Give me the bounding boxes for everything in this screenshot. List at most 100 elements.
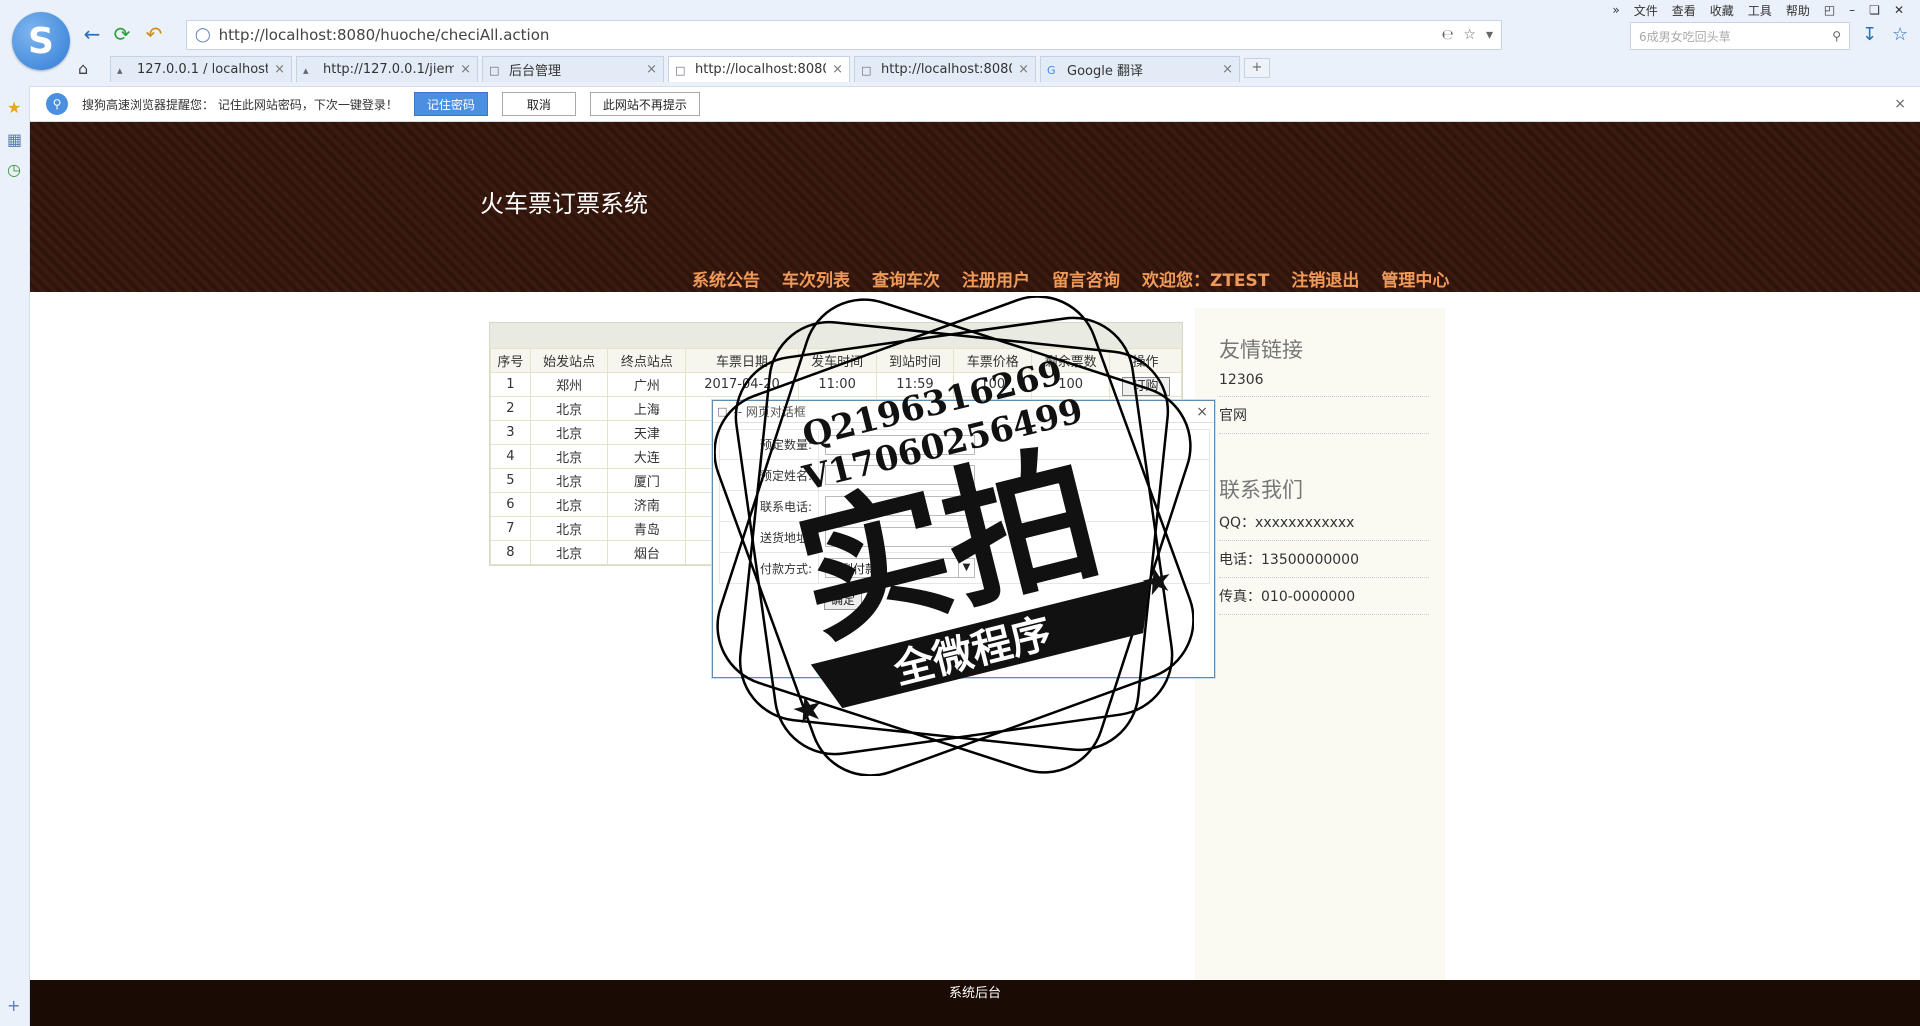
table-cell: 8 [490,540,531,565]
table-cell: 北京 [529,396,609,421]
tab-1[interactable]: ▴ 127.0.0.1 / localhost / × [110,56,292,82]
nav-welcome-user[interactable]: 欢迎您：ZTEST [1142,266,1269,291]
table-cell: 广州 [607,372,687,397]
name-label: 预定姓名: [720,460,819,490]
menu-help[interactable]: 帮助 [1786,2,1810,19]
action-cell: 订购 [1109,372,1182,397]
close-icon[interactable]: × [1894,96,1906,112]
address-label: 送货地址: [720,522,819,552]
history-icon[interactable]: ◷ [7,160,21,179]
skin-icon[interactable]: ◰ [1824,3,1835,17]
link-item[interactable]: 12306 [1219,364,1429,397]
menu-view[interactable]: 查看 [1672,2,1696,19]
new-tab-button[interactable]: + [1244,58,1270,78]
quantity-input[interactable] [825,434,975,455]
th-arrive: 到站时间 [875,348,955,373]
table-header-row: 序号 始发站点 终点站点 车票日期 发车时间 到站时间 车票价格 剩余票数 操作 [490,348,1182,373]
nav-train-list[interactable]: 车次列表 [782,266,850,291]
tab-5[interactable]: □ http://localhost:8080/h × [854,56,1036,82]
form-row: 确定 [719,584,1210,615]
site-footer: 系统后台 [30,980,1920,1026]
download-icon[interactable]: ↧ [1862,24,1877,45]
more-icon[interactable]: » [1612,3,1619,17]
tab-6[interactable]: G Google 翻译 × [1040,56,1240,82]
table-cell: 3 [490,420,531,445]
favorites-icon[interactable]: ★ [7,98,21,117]
close-icon[interactable]: × [1018,62,1029,77]
table-cell: 烟台 [607,540,687,565]
star-icon[interactable]: ☆ [1463,27,1476,43]
dialog-titlebar: □ -- 网页对话框 × [713,401,1214,423]
th-price: 车票价格 [953,348,1033,373]
address-tools: ℮ ☆ ▾ [1441,27,1501,43]
menu-file[interactable]: 文件 [1634,2,1658,19]
footer-admin-link[interactable]: 系统后台 [949,986,1001,1001]
nav-announcements[interactable]: 系统公告 [692,266,760,291]
close-icon[interactable]: × [274,62,285,77]
table-cell: 1 [490,372,531,397]
home-icon[interactable]: ⌂ [78,59,88,78]
th-date: 车票日期 [685,348,799,373]
table-cell: 4 [490,444,531,469]
main-nav: 系统公告 车次列表 查询车次 注册用户 留言咨询 欢迎您：ZTEST 注销退出 … [692,266,1449,291]
nav-messages[interactable]: 留言咨询 [1052,266,1120,291]
tab-2[interactable]: ▴ http://127.0.0.1/jiemian × [296,56,478,82]
reader-icon[interactable]: ▦ [7,130,22,149]
close-icon[interactable]: × [832,62,843,77]
payment-label: 付款方式: [720,553,819,583]
close-icon[interactable]: × [460,62,471,77]
minimize-icon[interactable]: – [1849,3,1855,17]
menu-tools[interactable]: 工具 [1748,2,1772,19]
search-icon[interactable]: ⚲ [1832,29,1841,43]
table-cell: 11:59 [875,372,955,397]
search-placeholder: 6成男女吃回头草 [1639,29,1731,44]
tab-4-active[interactable]: □ http://localhost:8080/h × [668,56,850,82]
submit-button[interactable]: 确定 [824,589,863,610]
booking-dialog: □ -- 网页对话框 × 预定数量: 预定姓名: 联系电话: 送货地址: 付款方… [712,400,1215,678]
notification-text: 搜狗高速浏览器提醒您： 记住此网站密码，下次一键登录！ [82,97,398,112]
address-bar[interactable]: ◯ http://localhost:8080/huoche/checiAll.… [186,20,1502,50]
th-remaining: 剩余票数 [1031,348,1111,373]
table-cell: 济南 [607,492,687,517]
booking-form: 预定数量: 预定姓名: 联系电话: 送货地址: 付款方式: 货到付款 ▼ 确定 [719,429,1210,615]
nav-admin[interactable]: 管理中心 [1381,266,1449,291]
phone-input[interactable] [825,496,975,516]
nav-search-train[interactable]: 查询车次 [872,266,940,291]
tab-3[interactable]: □ 后台管理 × [482,56,664,82]
never-prompt-button[interactable]: 此网站不再提示 [589,92,700,116]
nav-register[interactable]: 注册用户 [962,266,1030,291]
add-sidebar-icon[interactable]: + [7,996,20,1015]
address-input[interactable] [825,527,975,547]
undo-icon[interactable]: ↶ [142,22,166,46]
address-url: http://localhost:8080/huoche/checiAll.ac… [218,26,550,44]
table-cell: 大连 [607,444,687,469]
restore-icon[interactable]: ❏ [1869,3,1880,17]
back-icon[interactable]: ← [80,22,104,46]
payment-select[interactable]: 货到付款 ▼ [825,558,975,578]
contact-fax: 传真：010-0000000 [1219,578,1429,615]
link-item[interactable]: 官网 [1219,397,1429,434]
name-input[interactable] [825,465,975,485]
refresh-icon[interactable]: ⟳ [110,22,134,46]
form-row: 预定姓名: [719,460,1210,491]
nav-logout[interactable]: 注销退出 [1291,266,1359,291]
favorites-star-icon[interactable]: ☆ [1892,24,1908,45]
page-icon: □ [717,405,728,418]
chevron-down-icon[interactable]: ▾ [1486,27,1493,43]
remember-password-button[interactable]: 记住密码 [413,92,488,116]
close-icon[interactable]: × [646,62,657,77]
close-icon[interactable]: × [1196,404,1208,420]
th-depart: 发车时间 [797,348,877,373]
ie-mode-icon[interactable]: ℮ [1441,27,1453,43]
cancel-button[interactable]: 取消 [501,92,576,116]
close-icon[interactable]: × [1222,62,1233,77]
table-cell: 6 [490,492,531,517]
search-box[interactable]: 6成男女吃回头草 ⚲ [1630,22,1850,50]
table-cell: 100 [953,372,1033,397]
form-row: 联系电话: [719,491,1210,522]
site-title: 火车票订票系统 [480,190,648,218]
table-cell: 北京 [529,420,609,445]
order-button[interactable]: 订购 [1121,377,1170,396]
close-window-icon[interactable]: ✕ [1894,3,1904,17]
menu-favorites[interactable]: 收藏 [1710,2,1734,19]
